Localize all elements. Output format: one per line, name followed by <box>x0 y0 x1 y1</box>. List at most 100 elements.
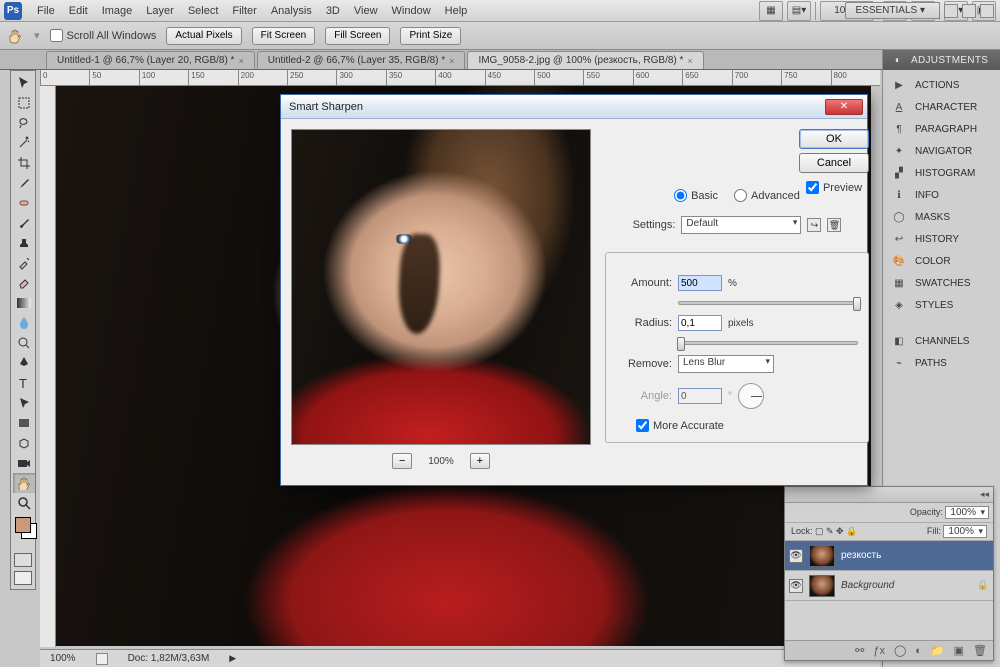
adjust-layer-icon[interactable]: ◐ <box>915 645 922 657</box>
wand-tool-icon[interactable] <box>13 133 35 153</box>
tab-doc-1[interactable]: Untitled-1 @ 66,7% (Layer 20, RGB/8) *× <box>46 51 255 69</box>
gradient-tool-icon[interactable] <box>13 293 35 313</box>
screen-mode-icon[interactable] <box>14 571 32 585</box>
marquee-tool-icon[interactable] <box>13 93 35 113</box>
move-tool-icon[interactable] <box>13 73 35 93</box>
ok-button[interactable]: OK <box>799 129 869 149</box>
eraser-tool-icon[interactable] <box>13 273 35 293</box>
shape-tool-icon[interactable] <box>13 413 35 433</box>
link-icon[interactable]: ⚯ <box>855 644 864 657</box>
panel-masks[interactable]: ◯MASKS <box>883 206 1000 228</box>
tab-doc-2[interactable]: Untitled-2 @ 66,7% (Layer 35, RGB/8) *× <box>257 51 466 69</box>
workspace-switcher[interactable]: ESSENTIALS ▾ <box>845 2 941 19</box>
3d-tool-icon[interactable] <box>13 433 35 453</box>
panel-histogram[interactable]: ▞HISTOGRAM <box>883 162 1000 184</box>
group-icon[interactable]: 📁 <box>931 644 945 657</box>
menu-3d[interactable]: 3D <box>319 2 347 20</box>
color-swatches[interactable] <box>13 517 33 547</box>
radius-slider[interactable] <box>678 341 858 345</box>
menu-analysis[interactable]: Analysis <box>264 2 319 20</box>
cancel-button[interactable]: Cancel <box>799 153 869 173</box>
brush-tool-icon[interactable] <box>13 213 35 233</box>
zoom-out-button[interactable]: − <box>392 453 412 469</box>
lasso-tool-icon[interactable] <box>13 113 35 133</box>
zoom-readout[interactable]: 100% <box>50 653 76 664</box>
crop-tool-icon[interactable] <box>13 153 35 173</box>
save-preset-icon[interactable]: ↪ <box>807 218 821 232</box>
status-menu-icon[interactable]: ▶ <box>229 653 236 664</box>
zoom-in-button[interactable]: + <box>470 453 490 469</box>
hand-tool-icon[interactable] <box>13 473 35 493</box>
panel-swatches[interactable]: ▦SWATCHES <box>883 272 1000 294</box>
history-brush-icon[interactable] <box>13 253 35 273</box>
panel-character[interactable]: ACHARACTER <box>883 96 1000 118</box>
panel-paths[interactable]: ⌁PATHS <box>883 352 1000 374</box>
more-accurate-checkbox[interactable]: More Accurate <box>636 419 858 432</box>
menu-file[interactable]: File <box>30 2 62 20</box>
path-select-icon[interactable] <box>13 393 35 413</box>
minimize-icon[interactable] <box>962 4 976 18</box>
amount-slider[interactable] <box>678 301 858 305</box>
preview-checkbox[interactable]: Preview <box>806 181 862 194</box>
actual-pixels-button[interactable]: Actual Pixels <box>166 27 241 45</box>
launch-bridge-icon[interactable]: ▦ <box>759 1 783 21</box>
type-tool-icon[interactable]: T <box>13 373 35 393</box>
close-icon[interactable]: × <box>238 56 243 66</box>
mask-icon[interactable]: ◯ <box>894 644 906 657</box>
opacity-value[interactable]: 100% <box>945 506 989 519</box>
panel-info[interactable]: ℹINFO <box>883 184 1000 206</box>
3d-camera-icon[interactable] <box>13 453 35 473</box>
visibility-icon[interactable]: 👁 <box>789 579 803 593</box>
fx-icon[interactable]: ƒx <box>873 645 885 657</box>
menu-window[interactable]: Window <box>385 2 438 20</box>
stamp-tool-icon[interactable] <box>13 233 35 253</box>
menu-edit[interactable]: Edit <box>62 2 95 20</box>
fit-screen-button[interactable]: Fit Screen <box>252 27 316 45</box>
csLive-icon[interactable] <box>944 4 958 18</box>
panel-channels[interactable]: ◧CHANNELS <box>883 330 1000 352</box>
zoom-tool-icon[interactable] <box>13 493 35 513</box>
layer-row[interactable]: 👁 Background 🔒 <box>785 571 993 601</box>
panel-actions[interactable]: ▶ACTIONS <box>883 74 1000 96</box>
layer-row[interactable]: 👁 резкость <box>785 541 993 571</box>
advanced-radio[interactable]: Advanced <box>734 189 800 202</box>
panel-history[interactable]: ↩HISTORY <box>883 228 1000 250</box>
menu-image[interactable]: Image <box>95 2 140 20</box>
dodge-tool-icon[interactable] <box>13 333 35 353</box>
view-extras-icon[interactable]: ▤▾ <box>787 1 811 21</box>
pen-tool-icon[interactable] <box>13 353 35 373</box>
menu-select[interactable]: Select <box>181 2 226 20</box>
close-icon[interactable]: × <box>449 56 454 66</box>
radius-input[interactable] <box>678 315 722 331</box>
settings-dropdown[interactable]: Default <box>681 216 801 234</box>
adjustments-header[interactable]: ◐ADJUSTMENTS <box>883 50 1000 70</box>
fill-value[interactable]: 100% <box>943 525 987 538</box>
close-icon[interactable]: × <box>687 56 692 66</box>
collapse-icon[interactable]: ◂◂ <box>980 489 989 500</box>
quick-mask-icon[interactable] <box>14 553 32 567</box>
heal-tool-icon[interactable] <box>13 193 35 213</box>
amount-input[interactable] <box>678 275 722 291</box>
trash-icon[interactable]: 🗑 <box>973 644 987 657</box>
basic-radio[interactable]: Basic <box>674 189 718 202</box>
blur-tool-icon[interactable] <box>13 313 35 333</box>
new-layer-icon[interactable]: ▣ <box>954 644 964 657</box>
panel-styles[interactable]: ◈STYLES <box>883 294 1000 316</box>
eyedropper-tool-icon[interactable] <box>13 173 35 193</box>
menu-filter[interactable]: Filter <box>225 2 263 20</box>
scroll-all-checkbox[interactable]: Scroll All Windows <box>50 29 157 42</box>
close-button[interactable]: ✕ <box>825 99 863 115</box>
foreground-color-swatch[interactable] <box>15 517 31 533</box>
print-size-button[interactable]: Print Size <box>400 27 461 45</box>
delete-preset-icon[interactable]: 🗑 <box>827 218 841 232</box>
tab-doc-3[interactable]: IMG_9058-2.jpg @ 100% (резкость, RGB/8) … <box>467 51 703 69</box>
menu-view[interactable]: View <box>347 2 385 20</box>
menu-layer[interactable]: Layer <box>139 2 181 20</box>
menu-help[interactable]: Help <box>438 2 475 20</box>
close-icon[interactable] <box>980 4 994 18</box>
fill-screen-button[interactable]: Fill Screen <box>325 27 390 45</box>
visibility-icon[interactable]: 👁 <box>789 549 803 563</box>
panel-paragraph[interactable]: ¶PARAGRAPH <box>883 118 1000 140</box>
remove-dropdown[interactable]: Lens Blur <box>678 355 774 373</box>
preview-image[interactable] <box>291 129 591 445</box>
